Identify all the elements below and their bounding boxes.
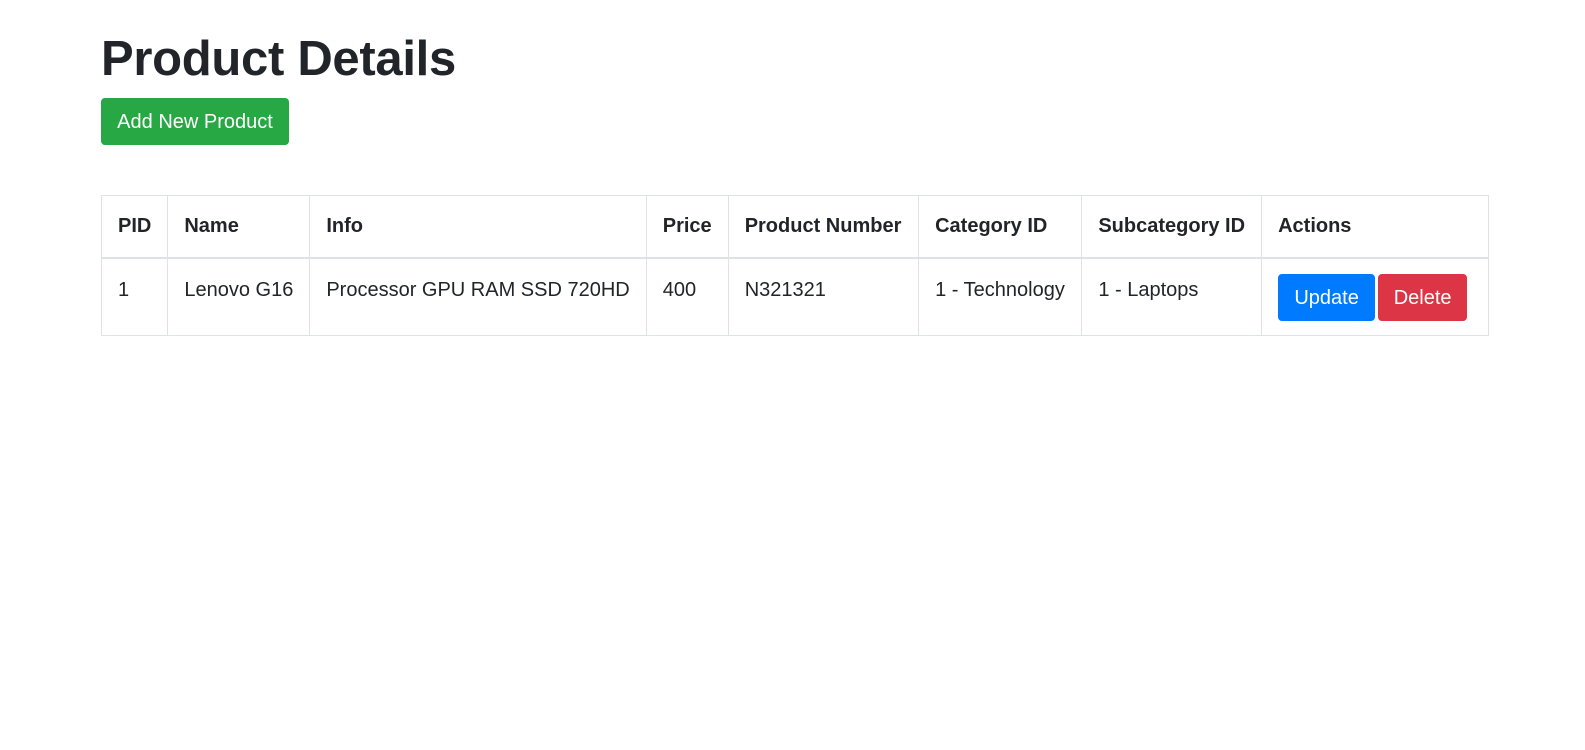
column-header-info[interactable]: Info xyxy=(309,195,647,259)
cell-pid: 1 xyxy=(100,257,169,336)
update-button[interactable]: Update xyxy=(1278,273,1376,321)
cell-info: Processor GPU RAM SSD 720HD xyxy=(309,257,647,336)
column-header-product-number[interactable]: Product Number xyxy=(727,195,920,259)
table-body: 1 Lenovo G16 Processor GPU RAM SSD 720HD… xyxy=(100,257,1489,336)
cell-category-id: 1 - Technology xyxy=(918,257,1083,336)
column-header-actions: Actions xyxy=(1261,195,1489,259)
cell-name: Lenovo G16 xyxy=(167,257,311,336)
column-header-category-id[interactable]: Category ID xyxy=(918,195,1083,259)
column-header-subcategory-id[interactable]: Subcategory ID xyxy=(1081,195,1263,259)
column-header-pid[interactable]: PID xyxy=(100,195,169,259)
products-table: PID Name Info Price Product Number Categ… xyxy=(100,195,1489,336)
cell-product-number: N321321 xyxy=(727,257,920,336)
table-header: PID Name Info Price Product Number Categ… xyxy=(100,195,1489,259)
column-header-price[interactable]: Price xyxy=(645,195,729,259)
add-new-product-button[interactable]: Add New Product xyxy=(101,98,289,145)
cell-price: 400 xyxy=(645,257,729,336)
cell-actions: Update Delete xyxy=(1261,257,1489,336)
delete-button[interactable]: Delete xyxy=(1378,273,1468,321)
table-header-row: PID Name Info Price Product Number Categ… xyxy=(100,195,1489,259)
table-row: 1 Lenovo G16 Processor GPU RAM SSD 720HD… xyxy=(100,257,1489,336)
page-title: Product Details xyxy=(101,32,456,86)
cell-subcategory-id: 1 - Laptops xyxy=(1081,257,1263,336)
column-header-name[interactable]: Name xyxy=(167,195,311,259)
